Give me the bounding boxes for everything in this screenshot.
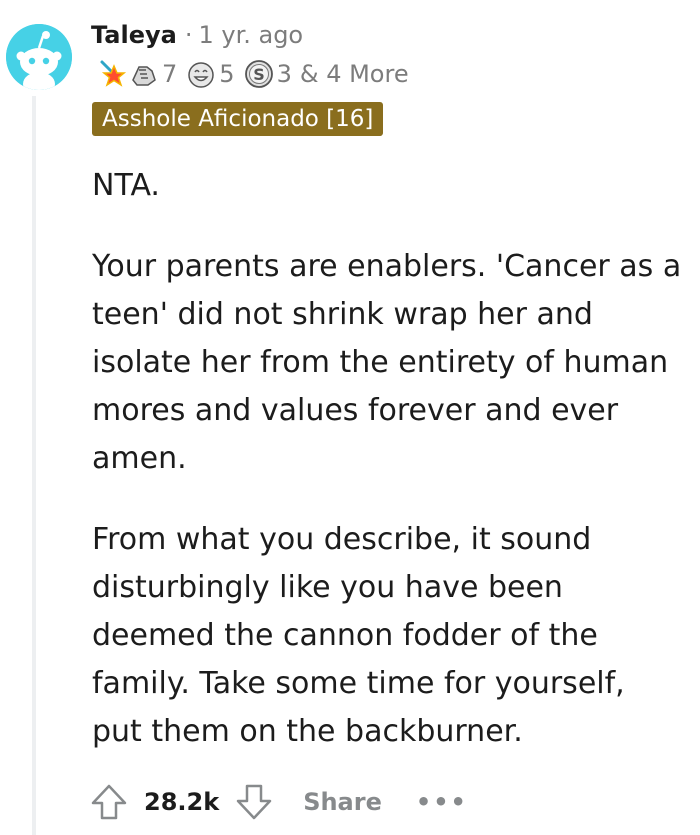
avatar[interactable] — [6, 24, 72, 90]
share-button[interactable]: Share — [303, 788, 382, 816]
star-wand-award-icon — [96, 58, 128, 90]
fist-bump-award-icon — [128, 58, 160, 90]
silver-coin-award-icon: S — [243, 58, 275, 90]
thread-line[interactable] — [32, 96, 36, 835]
comment-paragraph: From what you describe, it sound disturb… — [92, 522, 625, 749]
laughing-face-award-icon — [185, 58, 217, 90]
author-username[interactable]: Taleya — [91, 21, 177, 49]
upvote-arrow-icon[interactable] — [88, 781, 130, 823]
awards-row[interactable]: 7 5 S 3 & 4 More — [96, 58, 409, 90]
comment-paragraph: Your parents are enablers. 'Cancer as a … — [92, 249, 682, 476]
svg-text:S: S — [253, 65, 265, 84]
comment-actions: 28.2k Share ••• — [88, 780, 468, 824]
more-options-button[interactable]: ••• — [416, 788, 468, 816]
meta-separator: · — [184, 21, 193, 49]
snoo-avatar-icon — [6, 24, 72, 90]
downvote-arrow-icon[interactable] — [233, 781, 275, 823]
comment-body: NTA. Your parents are enablers. 'Cancer … — [92, 162, 682, 756]
more-awards-label[interactable]: & 4 More — [300, 60, 409, 88]
award-count: 5 — [219, 60, 235, 88]
vote-score: 28.2k — [144, 788, 220, 816]
comment-paragraph: NTA. — [92, 168, 160, 203]
comment-header: Taleya · 1 yr. ago — [91, 20, 303, 50]
timestamp[interactable]: 1 yr. ago — [198, 21, 303, 49]
user-flair: Asshole Aficionado [16] — [92, 102, 384, 136]
award-count: 7 — [162, 60, 178, 88]
award-count: 3 — [276, 60, 292, 88]
